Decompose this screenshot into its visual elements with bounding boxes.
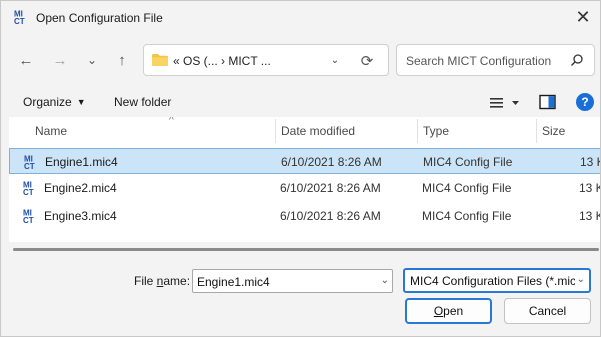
mict-file-icon: MI CT xyxy=(24,155,35,171)
preview-pane-icon[interactable] xyxy=(539,94,557,110)
file-type: MIC4 Config File xyxy=(422,209,512,223)
title-bar: MI CT Open Configuration File ✕ xyxy=(1,1,600,35)
file-row[interactable]: MI CT Engine3.mic4 6/10/2021 8:26 AM MIC… xyxy=(9,203,600,229)
chevron-down-icon: ⌄ xyxy=(330,54,340,66)
arrow-left-icon: ← xyxy=(18,51,34,69)
up-button[interactable]: ↑ xyxy=(111,49,133,71)
file-list: Name ^ Date modified Type Size MI CT Eng… xyxy=(9,117,600,242)
folder-icon xyxy=(152,54,168,66)
organize-label: Organize xyxy=(23,95,72,109)
svg-text:CT: CT xyxy=(24,162,35,170)
file-date: 6/10/2021 8:26 AM xyxy=(281,155,382,169)
recent-locations-button[interactable]: ⌄ xyxy=(81,49,103,71)
file-name-label: File name: xyxy=(134,274,190,288)
column-header-date[interactable]: Date modified xyxy=(275,117,355,145)
open-file-dialog: MI CT Open Configuration File ✕ ← → ⌄ ↑ … xyxy=(0,0,601,337)
search-input[interactable]: Search MICT Configuration xyxy=(396,44,595,76)
refresh-button[interactable]: ⟳ xyxy=(356,50,378,72)
file-name: Engine2.mic4 xyxy=(44,181,117,195)
file-row[interactable]: MI CT Engine2.mic4 6/10/2021 8:26 AM MIC… xyxy=(9,175,600,201)
help-glyph: ? xyxy=(581,95,589,109)
view-list-icon xyxy=(490,98,519,108)
file-name: Engine3.mic4 xyxy=(44,209,117,223)
help-icon[interactable]: ? xyxy=(576,93,594,111)
refresh-icon: ⟳ xyxy=(360,53,374,70)
label-part: ame: xyxy=(163,274,191,288)
sort-ascending-icon: ^ xyxy=(169,117,174,126)
label-part: File xyxy=(134,274,157,288)
chevron-down-icon: ⌄ xyxy=(574,274,585,285)
svg-text:CT: CT xyxy=(23,188,34,196)
file-name: Engine1.mic4 xyxy=(45,155,118,169)
file-type: MIC4 Config File xyxy=(422,181,512,195)
file-size: 13 KB xyxy=(580,155,600,169)
back-button[interactable]: ← xyxy=(15,49,37,71)
horizontal-scrollbar[interactable] xyxy=(13,248,599,251)
caret-down-icon: ▼ xyxy=(76,97,86,107)
organize-menu[interactable]: Organize ▼ xyxy=(23,95,86,109)
file-size: 13 KB xyxy=(579,181,600,195)
new-folder-label: New folder xyxy=(114,95,172,109)
cancel-label: Cancel xyxy=(528,304,567,318)
column-header-type[interactable]: Type xyxy=(417,117,449,145)
svg-text:CT: CT xyxy=(23,216,34,224)
file-type: MIC4 Config File xyxy=(423,155,513,169)
address-dropdown-button[interactable]: ⌄ xyxy=(327,52,343,68)
file-type-filter-select[interactable]: MIC4 Configuration Files (*.mic4) ⌄ xyxy=(403,268,591,293)
address-bar[interactable]: « OS (... › MICT ... ⌄ ⟳ xyxy=(143,44,389,76)
column-size-label: Size xyxy=(542,124,566,138)
search-icon xyxy=(571,54,583,66)
file-row[interactable]: MI CT Engine1.mic4 6/10/2021 8:26 AM MIC… xyxy=(9,148,600,174)
file-date: 6/10/2021 8:26 AM xyxy=(280,181,381,195)
mict-file-icon: MI CT xyxy=(23,181,34,197)
new-folder-button[interactable]: New folder xyxy=(114,95,171,109)
forward-button[interactable]: → xyxy=(49,49,71,71)
column-date-label: Date modified xyxy=(281,124,356,138)
column-header-size[interactable]: Size xyxy=(536,117,565,145)
chevron-down-icon[interactable]: ⌄ xyxy=(381,275,389,286)
file-date: 6/10/2021 8:26 AM xyxy=(280,209,381,223)
mict-app-icon: MI CT xyxy=(14,10,25,26)
file-size: 13 KB xyxy=(579,209,600,223)
arrow-up-icon: ↑ xyxy=(118,51,126,69)
open-button[interactable]: Open xyxy=(405,298,492,324)
search-placeholder: Search MICT Configuration xyxy=(406,54,552,68)
address-path: « OS (... › MICT ... xyxy=(173,54,271,68)
change-view-button[interactable] xyxy=(487,93,523,113)
window-title: Open Configuration File xyxy=(36,11,163,25)
svg-text:CT: CT xyxy=(14,17,25,25)
column-type-label: Type xyxy=(423,124,450,138)
chevron-down-icon: ⌄ xyxy=(86,53,98,67)
cancel-button[interactable]: Cancel xyxy=(504,298,591,324)
close-icon: ✕ xyxy=(575,6,591,27)
close-button[interactable]: ✕ xyxy=(568,1,598,33)
open-accelerator: O xyxy=(433,304,444,318)
arrow-right-icon: → xyxy=(52,51,68,69)
file-name-field[interactable]: Engine1.mic4 ⌄ xyxy=(192,269,393,293)
open-label: pen xyxy=(443,304,464,318)
file-name-value: Engine1.mic4 xyxy=(197,275,270,289)
mict-file-icon: MI CT xyxy=(23,209,34,225)
column-name-label: Name xyxy=(35,124,68,138)
column-header-name[interactable]: Name ^ xyxy=(29,117,174,145)
file-type-filter-value: MIC4 Configuration Files (*.mic4) xyxy=(410,274,575,288)
